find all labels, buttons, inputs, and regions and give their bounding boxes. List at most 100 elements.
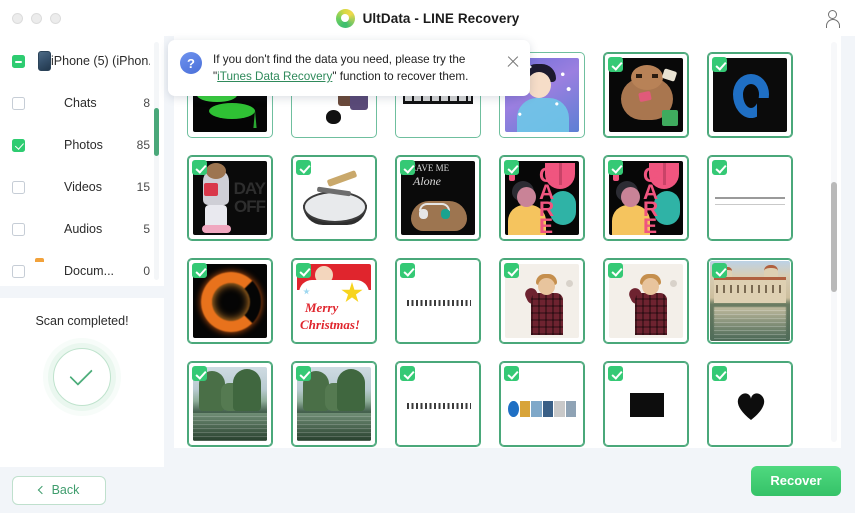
sidebar-category-list: iPhone (5) (iPhon... Chats 8 Photos 85 V… (0, 36, 164, 286)
thumb-checkbox[interactable] (712, 160, 727, 175)
art-text-christmas: Christmas! (300, 317, 360, 332)
art-text-off: OFF (234, 197, 266, 216)
chats-checkbox[interactable] (12, 96, 25, 110)
thumb-checkbox[interactable] (504, 263, 519, 278)
thumb-jp-text-1[interactable] (395, 258, 481, 344)
art-text-day: DAY (233, 179, 266, 198)
photo-grid-scrollbar-thumb[interactable] (831, 182, 837, 292)
app-title: UltData - LINE Recovery (362, 10, 520, 26)
thumb-checkbox[interactable] (296, 160, 311, 175)
sidebar-item-audios[interactable]: Audios 5 (0, 208, 164, 250)
thumb-checkbox[interactable] (192, 160, 207, 175)
videos-checkbox[interactable] (12, 180, 25, 194)
photo-grid-scrollbar[interactable] (831, 42, 837, 442)
thumb-icon-strip[interactable] (499, 361, 585, 447)
photos-checkbox[interactable] (12, 138, 25, 152)
thumb-fire-ring[interactable] (187, 258, 273, 344)
documents-folder-icon (35, 261, 55, 281)
thumb-blank-lines[interactable] (707, 155, 793, 241)
device-checkbox[interactable] (12, 54, 25, 68)
thumb-jp-text-2[interactable] (395, 361, 481, 447)
title-bar: UltData - LINE Recovery (0, 0, 855, 36)
banner-text-after: " function to recover them. (332, 70, 469, 83)
scan-status-panel: Scan completed! (0, 298, 164, 467)
thumb-checkbox[interactable] (296, 366, 311, 381)
thumb-checkbox[interactable] (712, 263, 727, 278)
thumb-checkbox[interactable] (608, 366, 623, 381)
sidebar-item-device[interactable]: iPhone (5) (iPhon... (0, 40, 164, 82)
thumb-sloth-sticker[interactable] (603, 52, 689, 138)
thumb-checkbox[interactable] (192, 366, 207, 381)
close-icon[interactable] (505, 54, 520, 69)
photos-icon (35, 135, 55, 155)
thumb-man-plaid-1[interactable] (499, 258, 585, 344)
itunes-data-recovery-link[interactable]: iTunes Data Recovery (217, 70, 332, 83)
thumb-checkbox[interactable] (608, 57, 623, 72)
audios-checkbox[interactable] (12, 222, 25, 236)
thumb-swamp-trees-1[interactable] (187, 361, 273, 447)
thumb-checkbox[interactable] (400, 263, 415, 278)
back-button-label: Back (51, 483, 80, 497)
thumb-checkbox[interactable] (608, 263, 623, 278)
sidebar-footer: Back (0, 467, 164, 513)
sidebar-item-label: Chats (64, 96, 97, 110)
thumb-leave-me-alone[interactable]: LEAVE ME Alone (395, 155, 481, 241)
sidebar-item-videos[interactable]: Videos 15 (0, 166, 164, 208)
thumb-checkbox[interactable] (504, 366, 519, 381)
thumb-ashtray[interactable] (291, 155, 377, 241)
art-text-alone: Alone (413, 174, 441, 188)
thumb-checkbox[interactable] (504, 160, 519, 175)
sidebar-item-photos[interactable]: Photos 85 (0, 124, 164, 166)
thumb-swamp-trees-2[interactable] (291, 361, 377, 447)
sidebar-item-label: iPhone (5) (iPhon... (51, 54, 150, 68)
documents-checkbox[interactable] (12, 264, 25, 278)
sidebar-item-label: Photos (64, 138, 103, 152)
sidebar-item-documents[interactable]: Docum... 0 (0, 250, 164, 286)
main-panel: DAY OFF LEAVE ME Alone C A R E C A R E M… (164, 36, 855, 513)
thumb-i-care-2[interactable]: CARE (603, 155, 689, 241)
thumb-checkbox[interactable] (608, 160, 623, 175)
thumb-merry-christmas[interactable]: Merry Christmas! (291, 258, 377, 344)
app-window: UltData - LINE Recovery iPhone (5) (iPho… (0, 0, 855, 513)
thumb-checkbox[interactable] (712, 366, 727, 381)
account-person-icon[interactable] (823, 9, 841, 28)
audios-icon (35, 219, 55, 239)
photo-grid: DAY OFF LEAVE ME Alone C A R E C A R E M… (174, 36, 841, 447)
title-center: UltData - LINE Recovery (0, 0, 855, 36)
thumb-checkbox[interactable] (296, 263, 311, 278)
thumb-man-plaid-2[interactable] (603, 258, 689, 344)
minimize-dot[interactable] (31, 12, 42, 24)
chats-icon (35, 93, 55, 113)
maximize-dot[interactable] (50, 12, 61, 24)
thumb-castle-lake[interactable] (707, 258, 793, 344)
chevron-left-icon (37, 485, 46, 495)
thumb-checkbox[interactable] (400, 160, 415, 175)
sidebar-item-count: 0 (143, 264, 150, 278)
thumb-checkbox[interactable] (400, 366, 415, 381)
close-dot[interactable] (12, 12, 23, 24)
sidebar-item-chats[interactable]: Chats 8 (0, 82, 164, 124)
sidebar-scrollbar[interactable] (154, 42, 159, 280)
sidebar-item-count: 85 (136, 138, 150, 152)
ultdata-logo-icon (335, 8, 355, 28)
sidebar-item-label: Docum... (64, 264, 115, 278)
sidebar-scrollbar-thumb[interactable] (154, 108, 159, 156)
thumb-black-heart[interactable] (707, 361, 793, 447)
thumb-black-box[interactable] (603, 361, 689, 447)
thumb-i-care-1[interactable]: CARE (499, 155, 585, 241)
thumb-checkbox[interactable] (712, 57, 727, 72)
thumb-checkbox[interactable] (192, 263, 207, 278)
photo-grid-container: DAY OFF LEAVE ME Alone C A R E C A R E M… (174, 36, 841, 448)
sidebar-item-count: 15 (136, 180, 150, 194)
sidebar-item-label: Videos (64, 180, 102, 194)
app-body: iPhone (5) (iPhon... Chats 8 Photos 85 V… (0, 36, 855, 513)
notification-banner: ? If you don't find the data you need, p… (168, 40, 530, 96)
back-button[interactable]: Back (12, 475, 106, 505)
thumb-blue-logo[interactable] (707, 52, 793, 138)
recover-button[interactable]: Recover (751, 465, 841, 496)
thumb-day-off[interactable]: DAY OFF (187, 155, 273, 241)
question-mark-icon: ? (180, 52, 202, 74)
scan-status-text: Scan completed! (35, 314, 129, 328)
videos-icon (35, 177, 55, 197)
sidebar: iPhone (5) (iPhon... Chats 8 Photos 85 V… (0, 36, 164, 513)
